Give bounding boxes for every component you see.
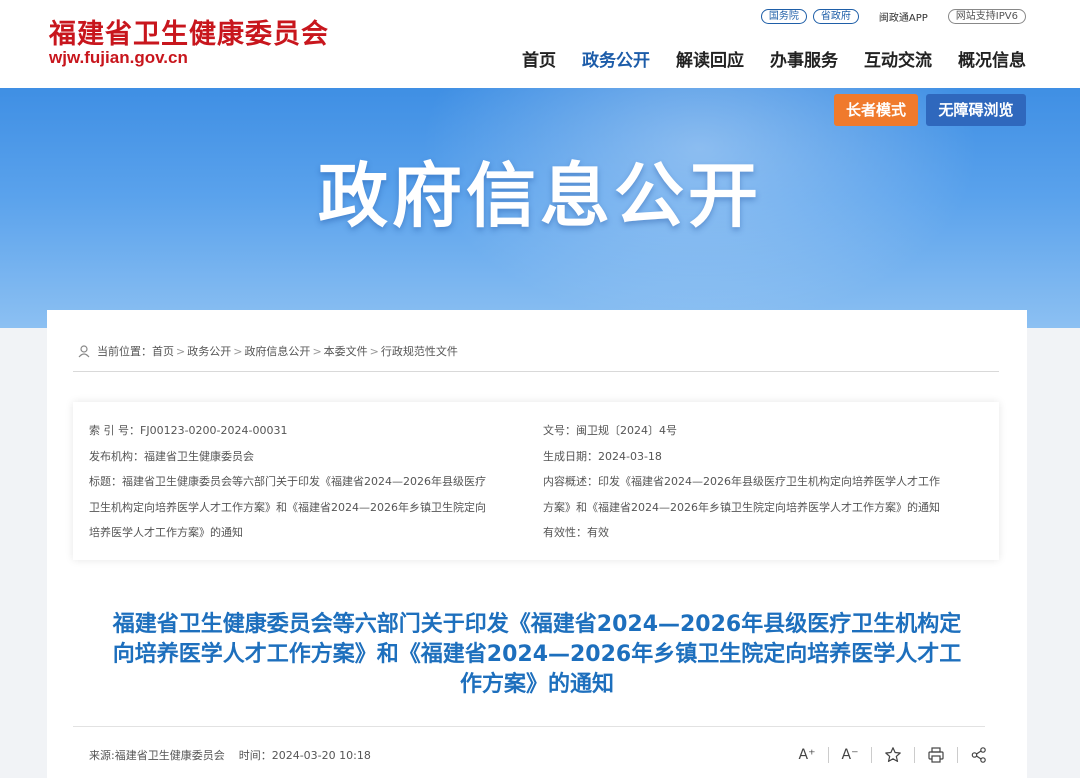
document-title-line: 福建省卫生健康委员会等六部门关于印发《福建省2024—2026年县级医疗卫生机构… <box>112 612 962 637</box>
font-increase-button[interactable]: A⁺ <box>795 744 819 766</box>
tool-divider <box>871 747 872 763</box>
meta-summary-line: 方案》和《福建省2024—2026年乡镇卫生院定向培养医学人才工作方案》的通知 <box>543 500 940 514</box>
meta-title-line: 培养医学人才工作方案》的通知 <box>89 526 243 539</box>
meta-left-column: 索 引 号：FJ00123-0200-2024-00031 发布机构：福建省卫生… <box>89 418 529 546</box>
mzt-app-link[interactable]: 闽政通APP <box>865 9 942 24</box>
time-label: 时间： <box>238 749 272 762</box>
meta-index-row: 索 引 号：FJ00123-0200-2024-00031 <box>89 418 529 444</box>
meta-validity-value: 有效 <box>587 526 609 539</box>
meta-index-value: FJ00123-0200-2024-00031 <box>140 424 288 437</box>
site-logo-cn[interactable]: 福建省卫生健康委员会 <box>49 12 329 51</box>
meta-title-row: 标题：福建省卫生健康委员会等六部门关于印发《福建省2024—2026年县级医疗 <box>89 469 529 495</box>
document-source-info: 来源:福建省卫生健康委员会 时间：2024-03-20 10:18 <box>89 747 371 763</box>
tool-divider <box>957 747 958 763</box>
meta-right-column: 文号：闽卫规〔2024〕4号 生成日期：2024-03-18 内容概述：印发《福… <box>543 418 983 546</box>
breadcrumb: 当前位置： 首页 > 政务公开 > 政府信息公开 > 本委文件 > 行政规范性文… <box>77 343 458 359</box>
tool-divider <box>914 747 915 763</box>
meta-date-value: 2024-03-18 <box>598 449 662 463</box>
time-value: 2024-03-20 10:18 <box>271 749 371 762</box>
site-logo-url[interactable]: wjw.fujian.gov.cn <box>49 48 188 68</box>
meta-date-row: 生成日期：2024-03-18 <box>543 444 983 470</box>
site-header: 福建省卫生健康委员会 wjw.fujian.gov.cn 国务院 省政府 闽政通… <box>0 0 1080 88</box>
meta-summary-line: 印发《福建省2024—2026年县级医疗卫生机构定向培养医学人才工作 <box>598 475 940 488</box>
source-label: 来源: <box>89 749 115 762</box>
meta-date-label: 生成日期： <box>543 449 598 463</box>
top-links: 国务院 省政府 闽政通APP 网站支持IPV6 <box>760 9 1026 24</box>
breadcrumb-separator: > <box>312 344 322 358</box>
location-person-icon <box>78 345 90 358</box>
document-title-line: 向培养医学人才工作方案》和《福建省2024—2026年乡镇卫生院定向培养医学人才… <box>112 642 962 667</box>
share-icon[interactable] <box>967 744 991 766</box>
breadcrumb-item-normative-docs[interactable]: 行政规范性文件 <box>381 343 458 359</box>
breadcrumb-prefix: 当前位置： <box>97 345 152 358</box>
document-title-line: 作方案》的通知 <box>459 672 614 697</box>
meta-publisher-row: 发布机构：福建省卫生健康委员会 <box>89 444 529 470</box>
tool-divider <box>828 747 829 763</box>
print-icon[interactable] <box>924 744 948 766</box>
meta-publisher-label: 发布机构： <box>89 449 144 463</box>
meta-summary-label: 内容概述： <box>543 475 598 488</box>
nav-services[interactable]: 办事服务 <box>770 46 838 71</box>
breadcrumb-item-info-disclosure[interactable]: 政府信息公开 <box>244 343 310 359</box>
nav-home[interactable]: 首页 <box>522 46 556 71</box>
ipv6-badge: 网站支持IPV6 <box>947 9 1026 24</box>
nav-gov-affairs[interactable]: 政务公开 <box>582 46 650 71</box>
meta-title-label: 标题： <box>89 475 122 488</box>
content-panel: 当前位置： 首页 > 政务公开 > 政府信息公开 > 本委文件 > 行政规范性文… <box>47 310 1027 778</box>
breadcrumb-item-gov-affairs[interactable]: 政务公开 <box>187 343 231 359</box>
provincial-gov-link[interactable]: 省政府 <box>812 9 859 24</box>
document-meta-box: 索 引 号：FJ00123-0200-2024-00031 发布机构：福建省卫生… <box>73 402 999 560</box>
nav-overview[interactable]: 概况信息 <box>958 46 1026 71</box>
meta-publisher-value: 福建省卫生健康委员会 <box>144 449 254 463</box>
title-divider <box>73 726 985 727</box>
breadcrumb-item-commission-docs[interactable]: 本委文件 <box>324 343 368 359</box>
source-value: 福建省卫生健康委员会 <box>114 749 225 762</box>
meta-validity-row: 有效性：有效 <box>543 520 983 546</box>
meta-docno-row: 文号：闽卫规〔2024〕4号 <box>543 418 983 444</box>
elder-mode-button[interactable]: 长者模式 <box>834 94 918 126</box>
meta-docno-value: 闽卫规〔2024〕4号 <box>576 424 677 437</box>
breadcrumb-separator: > <box>176 344 186 358</box>
state-council-link[interactable]: 国务院 <box>760 9 807 24</box>
meta-index-label: 索 引 号： <box>89 424 140 437</box>
meta-validity-label: 有效性： <box>543 526 587 539</box>
nav-interaction[interactable]: 互动交流 <box>864 46 932 71</box>
banner-title: 政府信息公开 <box>318 155 762 237</box>
meta-summary-row: 内容概述：印发《福建省2024—2026年县级医疗卫生机构定向培养医学人才工作 <box>543 469 983 495</box>
breadcrumb-item-home[interactable]: 首页 <box>152 343 174 359</box>
breadcrumb-separator: > <box>369 344 379 358</box>
nav-interpretation[interactable]: 解读回应 <box>676 46 744 71</box>
document-title: 福建省卫生健康委员会等六部门关于印发《福建省2024—2026年县级医疗卫生机构… <box>67 610 1007 700</box>
font-decrease-button[interactable]: A⁻ <box>838 744 862 766</box>
meta-title-line: 卫生机构定向培养医学人才工作方案》和《福建省2024—2026年乡镇卫生院定向 <box>89 500 486 514</box>
main-nav: 首页 政务公开 解读回应 办事服务 互动交流 概况信息 <box>496 46 1026 71</box>
breadcrumb-divider <box>73 371 999 372</box>
meta-docno-label: 文号： <box>543 424 576 437</box>
accessible-browse-button[interactable]: 无障碍浏览 <box>926 94 1026 126</box>
favorite-star-icon[interactable] <box>881 744 905 766</box>
article-tools: A⁺ A⁻ <box>795 744 991 766</box>
page-banner: 政府信息公开 长者模式 无障碍浏览 <box>0 88 1080 328</box>
meta-title-line: 福建省卫生健康委员会等六部门关于印发《福建省2024—2026年县级医疗 <box>122 475 486 488</box>
breadcrumb-separator: > <box>233 344 243 358</box>
